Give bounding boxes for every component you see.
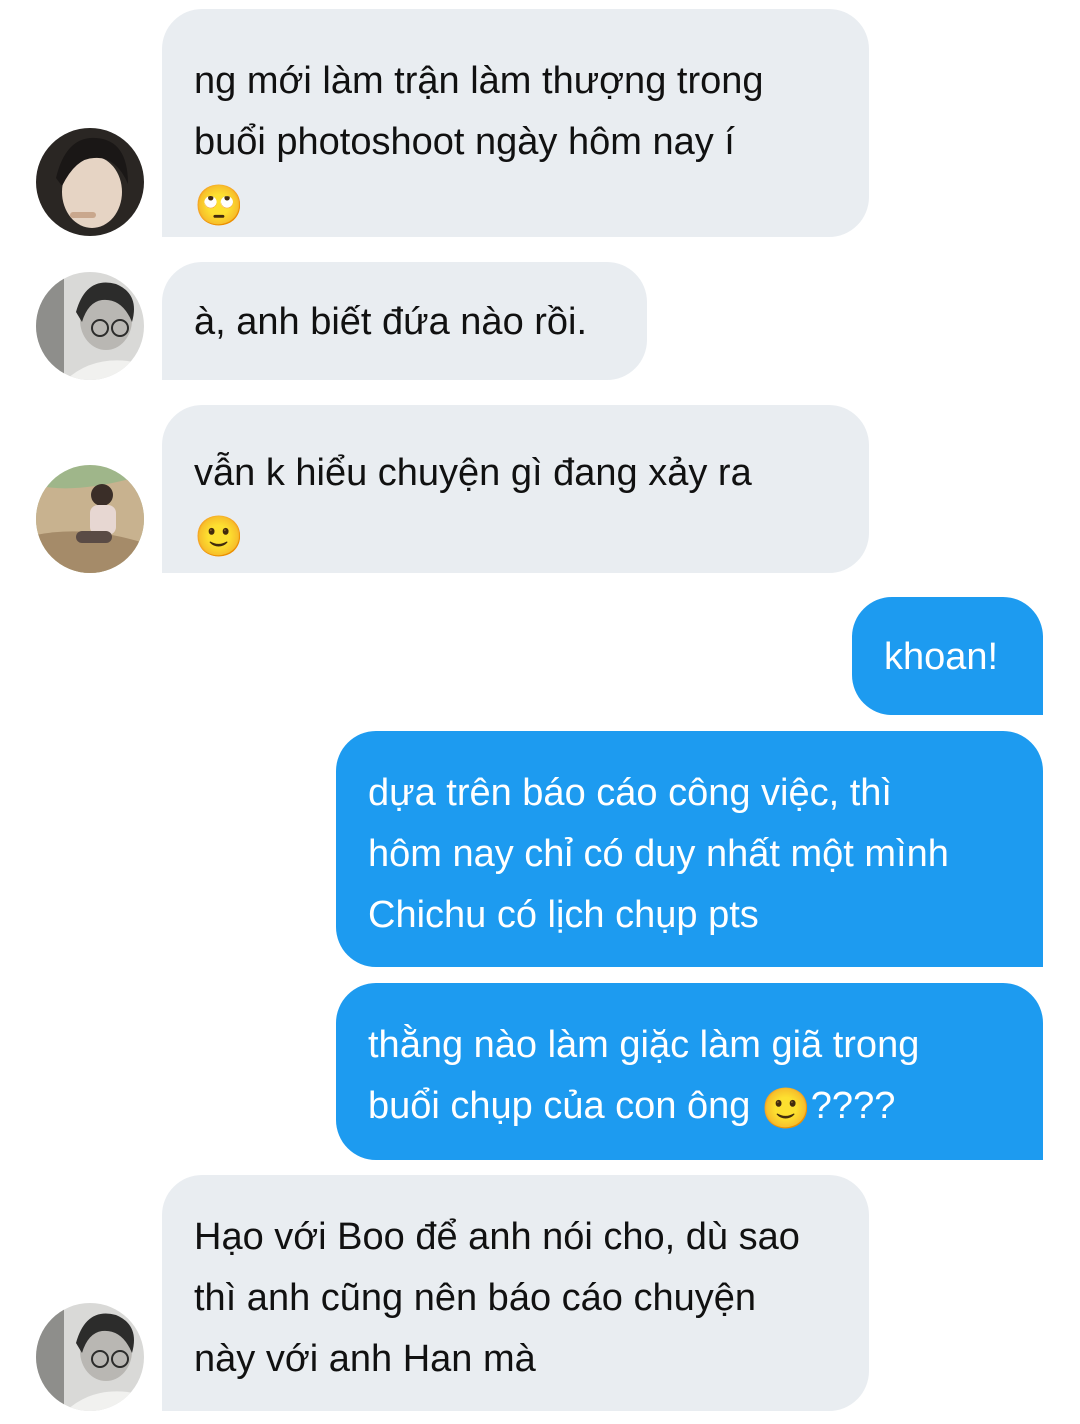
avatar-2-image	[36, 1303, 144, 1411]
message-text: à, anh biết đứa nào rồi.	[194, 301, 588, 343]
message-bubble-incoming[interactable]: à, anh biết đứa nào rồi.	[162, 262, 647, 380]
message-text-tail: ????	[810, 1085, 896, 1127]
message-text: dựa trên báo cáo công việc, thì hôm nay …	[368, 772, 949, 936]
message-text: Hạo với Boo để anh nói cho, dù sao thì a…	[194, 1216, 800, 1380]
avatar[interactable]	[36, 1303, 144, 1411]
message-bubble-outgoing[interactable]: khoan!	[852, 597, 1043, 715]
message-bubble-incoming[interactable]: vẫn k hiểu chuyện gì đang xảy ra 🙂	[162, 405, 869, 573]
message-bubble-outgoing[interactable]: dựa trên báo cáo công việc, thì hôm nay …	[336, 731, 1043, 967]
message-text: khoan!	[884, 636, 999, 678]
avatar[interactable]	[36, 128, 144, 236]
avatar-2-image	[36, 272, 144, 380]
face-with-rolling-eyes-emoji: 🙄	[194, 184, 244, 228]
message-text: ng mới làm trận làm thượng trong buổi ph…	[194, 60, 764, 163]
avatar-3-image	[36, 465, 144, 573]
message-bubble-incoming[interactable]: Hạo với Boo để anh nói cho, dù sao thì a…	[162, 1175, 869, 1411]
message-text: vẫn k hiểu chuyện gì đang xảy ra	[194, 452, 752, 494]
avatar[interactable]	[36, 465, 144, 573]
avatar[interactable]	[36, 272, 144, 380]
message-bubble-incoming[interactable]: ng mới làm trận làm thượng trong buổi ph…	[162, 9, 869, 237]
slightly-smiling-face-emoji: 🙂	[194, 515, 244, 559]
avatar-1-image	[36, 128, 144, 236]
slightly-smiling-face-emoji: 🙂	[760, 1087, 811, 1131]
message-bubble-outgoing[interactable]: thằng nào làm giặc làm giã trong buổi ch…	[336, 983, 1043, 1160]
